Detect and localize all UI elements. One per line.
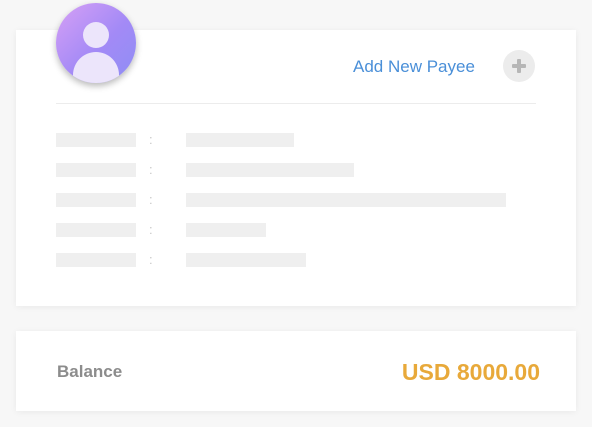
label-placeholder <box>56 253 136 267</box>
label-placeholder <box>56 193 136 207</box>
header-divider <box>56 103 536 104</box>
avatar <box>56 3 136 83</box>
add-new-payee-link[interactable]: Add New Payee <box>353 57 475 77</box>
user-icon-shoulders <box>73 52 119 83</box>
value-placeholder <box>186 253 306 267</box>
row-separator: : <box>149 222 153 237</box>
user-icon-head <box>83 22 109 48</box>
label-placeholder <box>56 163 136 177</box>
value-placeholder <box>186 163 354 177</box>
value-placeholder <box>186 193 506 207</box>
value-placeholder <box>186 223 266 237</box>
value-placeholder <box>186 133 294 147</box>
row-separator: : <box>149 132 153 147</box>
balance-label: Balance <box>57 362 123 381</box>
label-placeholder <box>56 223 136 237</box>
balance-amount: USD 8000.00 <box>401 359 540 385</box>
row-separator: : <box>149 192 153 207</box>
row-separator: : <box>149 162 153 177</box>
label-placeholder <box>56 133 136 147</box>
add-payee-button[interactable] <box>503 50 535 82</box>
row-separator: : <box>149 252 153 267</box>
